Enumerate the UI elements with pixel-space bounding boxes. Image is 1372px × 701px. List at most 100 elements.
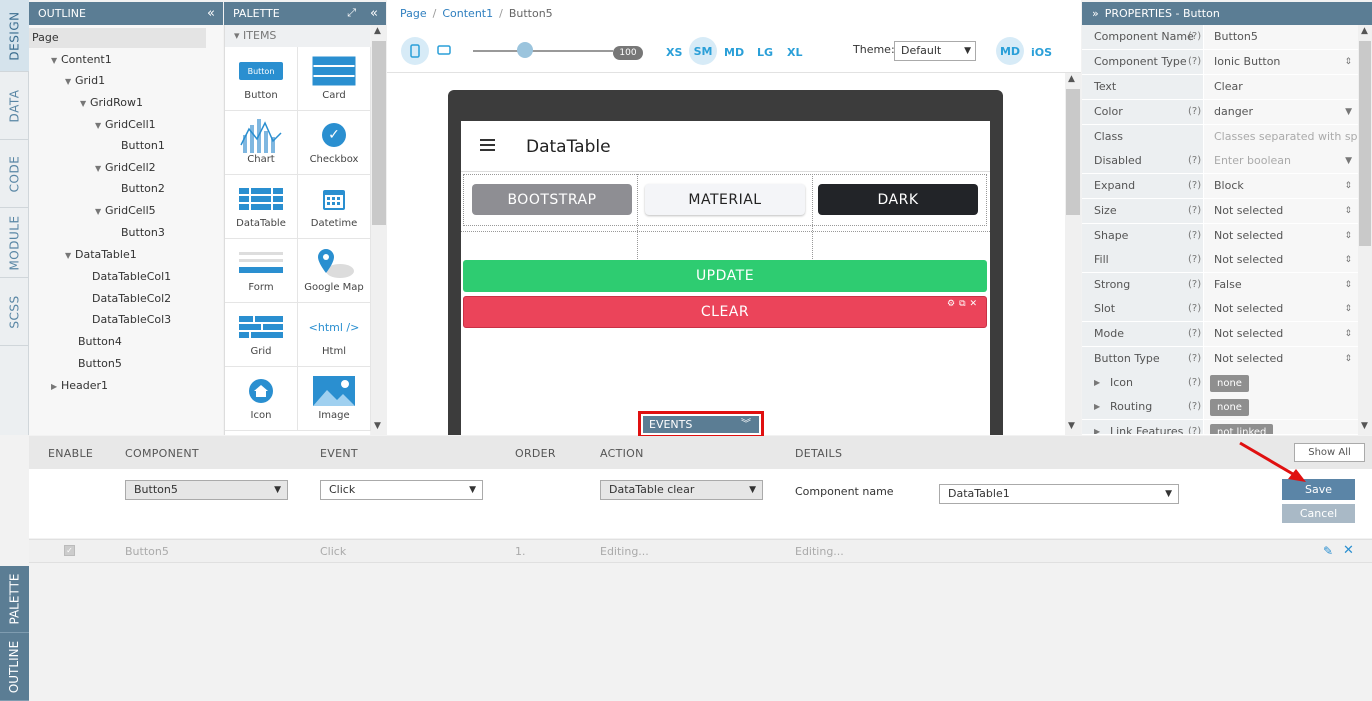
clear-button[interactable]: CLEAR xyxy=(463,296,987,328)
theme-select[interactable]: Default ▼ xyxy=(894,41,976,61)
tree-item[interactable]: Button1 xyxy=(121,139,165,152)
palette-item-datatable[interactable]: DataTable xyxy=(225,175,298,239)
prop-value-select[interactable]: Enter boolean ▼ xyxy=(1204,149,1358,173)
palette-item-grid[interactable]: Grid xyxy=(225,303,298,367)
palette-item-image[interactable]: Image xyxy=(298,367,371,431)
caret-right-icon[interactable]: ▶ xyxy=(1094,371,1100,395)
palette-item-chart[interactable]: Chart xyxy=(225,111,298,175)
breadcrumb-item[interactable]: Page xyxy=(400,7,427,20)
caret-down-icon[interactable]: ▼ xyxy=(95,207,105,216)
scroll-thumb[interactable] xyxy=(1066,89,1080,215)
expand-right-icon[interactable]: » xyxy=(1092,7,1099,20)
mode-md-button[interactable]: MD xyxy=(996,37,1024,65)
scroll-down-icon[interactable]: ▼ xyxy=(1361,421,1368,431)
caret-right-icon[interactable]: ▶ xyxy=(51,382,61,391)
dark-button[interactable]: DARK xyxy=(818,184,978,215)
caret-down-icon[interactable]: ▼ xyxy=(51,56,61,65)
material-button[interactable]: MATERIAL xyxy=(645,184,805,215)
tree-item[interactable]: Button4 xyxy=(78,335,122,348)
tree-root-page[interactable]: Page xyxy=(29,28,206,48)
scroll-down-icon[interactable]: ▼ xyxy=(374,421,381,431)
scroll-down-icon[interactable]: ▼ xyxy=(1068,421,1075,431)
component-select[interactable]: Button5 ▼ xyxy=(125,480,288,500)
prop-value-select[interactable]: Ionic Button ⇕ xyxy=(1204,50,1358,74)
scroll-up-icon[interactable]: ▲ xyxy=(374,26,381,36)
caret-down-icon[interactable]: ▼ xyxy=(65,77,75,86)
tree-item[interactable]: ▼ GridCell1 xyxy=(95,118,156,131)
prop-value-input[interactable]: Button5 xyxy=(1204,25,1358,49)
scroll-up-icon[interactable]: ▲ xyxy=(1361,26,1368,36)
tab-outline[interactable]: OUTLINE xyxy=(0,633,29,701)
breadcrumb-item[interactable]: Content1 xyxy=(442,7,493,20)
update-button[interactable]: UPDATE xyxy=(463,260,987,292)
prop-value-select[interactable]: Not selected ⇕ xyxy=(1204,347,1358,371)
tree-item[interactable]: DataTableCol2 xyxy=(92,292,171,305)
prop-name[interactable]: ▶ Link Features xyxy=(1082,420,1203,434)
events-tab[interactable]: EVENTS ︾ xyxy=(643,416,759,433)
palette-scrollbar[interactable]: ▲ ▼ xyxy=(371,25,387,435)
prop-value-select[interactable]: Not selected ⇕ xyxy=(1204,199,1358,223)
prop-value-select[interactable]: Not selected ⇕ xyxy=(1204,248,1358,272)
palette-item-card[interactable]: Card xyxy=(298,47,371,111)
tree-item[interactable]: ▼ DataTable1 xyxy=(65,248,137,261)
tree-item[interactable]: ▶ Header1 xyxy=(51,379,108,392)
event-select[interactable]: Click ▼ xyxy=(320,480,483,500)
event-list-row[interactable]: ✓ Button5 Click 1. Editing... Editing...… xyxy=(29,539,1372,563)
zoom-slider-handle[interactable] xyxy=(517,42,533,58)
size-lg-button[interactable]: LG xyxy=(757,46,773,59)
help-icon[interactable]: (?) xyxy=(1188,420,1201,434)
tree-item[interactable]: DataTableCol3 xyxy=(92,313,171,326)
collapse-left-icon[interactable]: « xyxy=(370,6,378,21)
mode-ios-button[interactable]: iOS xyxy=(1031,46,1052,59)
detail-component-select[interactable]: DataTable1 ▼ xyxy=(939,484,1179,504)
palette-item-form[interactable]: Form xyxy=(225,239,298,303)
prop-value-select[interactable]: Not selected ⇕ xyxy=(1204,297,1358,321)
tab-scss[interactable]: SCSS xyxy=(0,278,29,346)
size-sm-button[interactable]: SM xyxy=(689,37,717,65)
copy-icon[interactable]: ⧉ xyxy=(959,299,965,311)
prop-value-select[interactable]: Not selected ⇕ xyxy=(1204,322,1358,346)
tab-design[interactable]: DESIGN xyxy=(0,0,29,72)
tree-item[interactable]: ▼ Grid1 xyxy=(65,74,105,87)
palette-item-google-map[interactable]: Google Map xyxy=(298,239,371,303)
bootstrap-button[interactable]: BOOTSTRAP xyxy=(472,184,632,215)
tab-module[interactable]: MODULE xyxy=(0,208,29,278)
close-icon[interactable]: ✕ xyxy=(970,299,978,311)
prop-value-input[interactable]: Clear xyxy=(1204,75,1358,99)
tab-code[interactable]: CODE xyxy=(0,140,29,208)
edit-icon[interactable]: ✎ xyxy=(1323,544,1333,558)
help-icon[interactable]: (?) xyxy=(1188,297,1201,321)
palette-item-icon[interactable]: Icon xyxy=(225,367,298,431)
settings-icon[interactable]: ⚙ xyxy=(947,299,955,311)
help-icon[interactable]: (?) xyxy=(1188,199,1201,223)
prop-value-select[interactable]: danger ▼ xyxy=(1204,100,1358,124)
delete-icon[interactable]: ✕ xyxy=(1343,543,1354,558)
tab-palette[interactable]: PALETTE xyxy=(0,566,29,633)
tab-data[interactable]: DATA xyxy=(0,72,29,140)
zoom-slider-track[interactable] xyxy=(473,50,613,52)
caret-down-icon[interactable]: ▼ xyxy=(95,164,105,173)
prop-value-tag[interactable]: not linked xyxy=(1204,420,1358,434)
help-icon[interactable]: (?) xyxy=(1188,347,1201,371)
tree-item[interactable]: ▼ GridCell5 xyxy=(95,204,156,217)
caret-right-icon[interactable]: ▶ xyxy=(1094,420,1100,434)
prop-value-input[interactable]: Classes separated with spa xyxy=(1204,125,1358,149)
cancel-button[interactable]: Cancel xyxy=(1282,504,1355,523)
tree-item[interactable]: ▼ GridCell2 xyxy=(95,161,156,174)
collapse-down-icon[interactable]: ︾ xyxy=(741,416,751,433)
expand-icon[interactable]: ⤢ xyxy=(347,6,356,20)
help-icon[interactable]: (?) xyxy=(1188,224,1201,248)
tree-item[interactable]: ▼ Content1 xyxy=(51,53,112,66)
help-icon[interactable]: (?) xyxy=(1188,395,1201,419)
scroll-thumb[interactable] xyxy=(372,41,386,225)
tree-item[interactable]: ▼ GridRow1 xyxy=(80,96,143,109)
prop-value-select[interactable]: False ⇕ xyxy=(1204,273,1358,297)
caret-right-icon[interactable]: ▶ xyxy=(1094,395,1100,419)
phone-landscape-icon[interactable] xyxy=(437,45,451,58)
prop-name[interactable]: ▶ Icon xyxy=(1082,371,1203,395)
phone-portrait-icon[interactable] xyxy=(401,37,429,65)
prop-value-select[interactable]: Block ⇕ xyxy=(1204,174,1358,198)
collapse-left-icon[interactable]: « xyxy=(207,6,215,21)
size-xs-button[interactable]: XS xyxy=(666,46,682,59)
palette-item-html[interactable]: <html /> Html xyxy=(298,303,371,367)
